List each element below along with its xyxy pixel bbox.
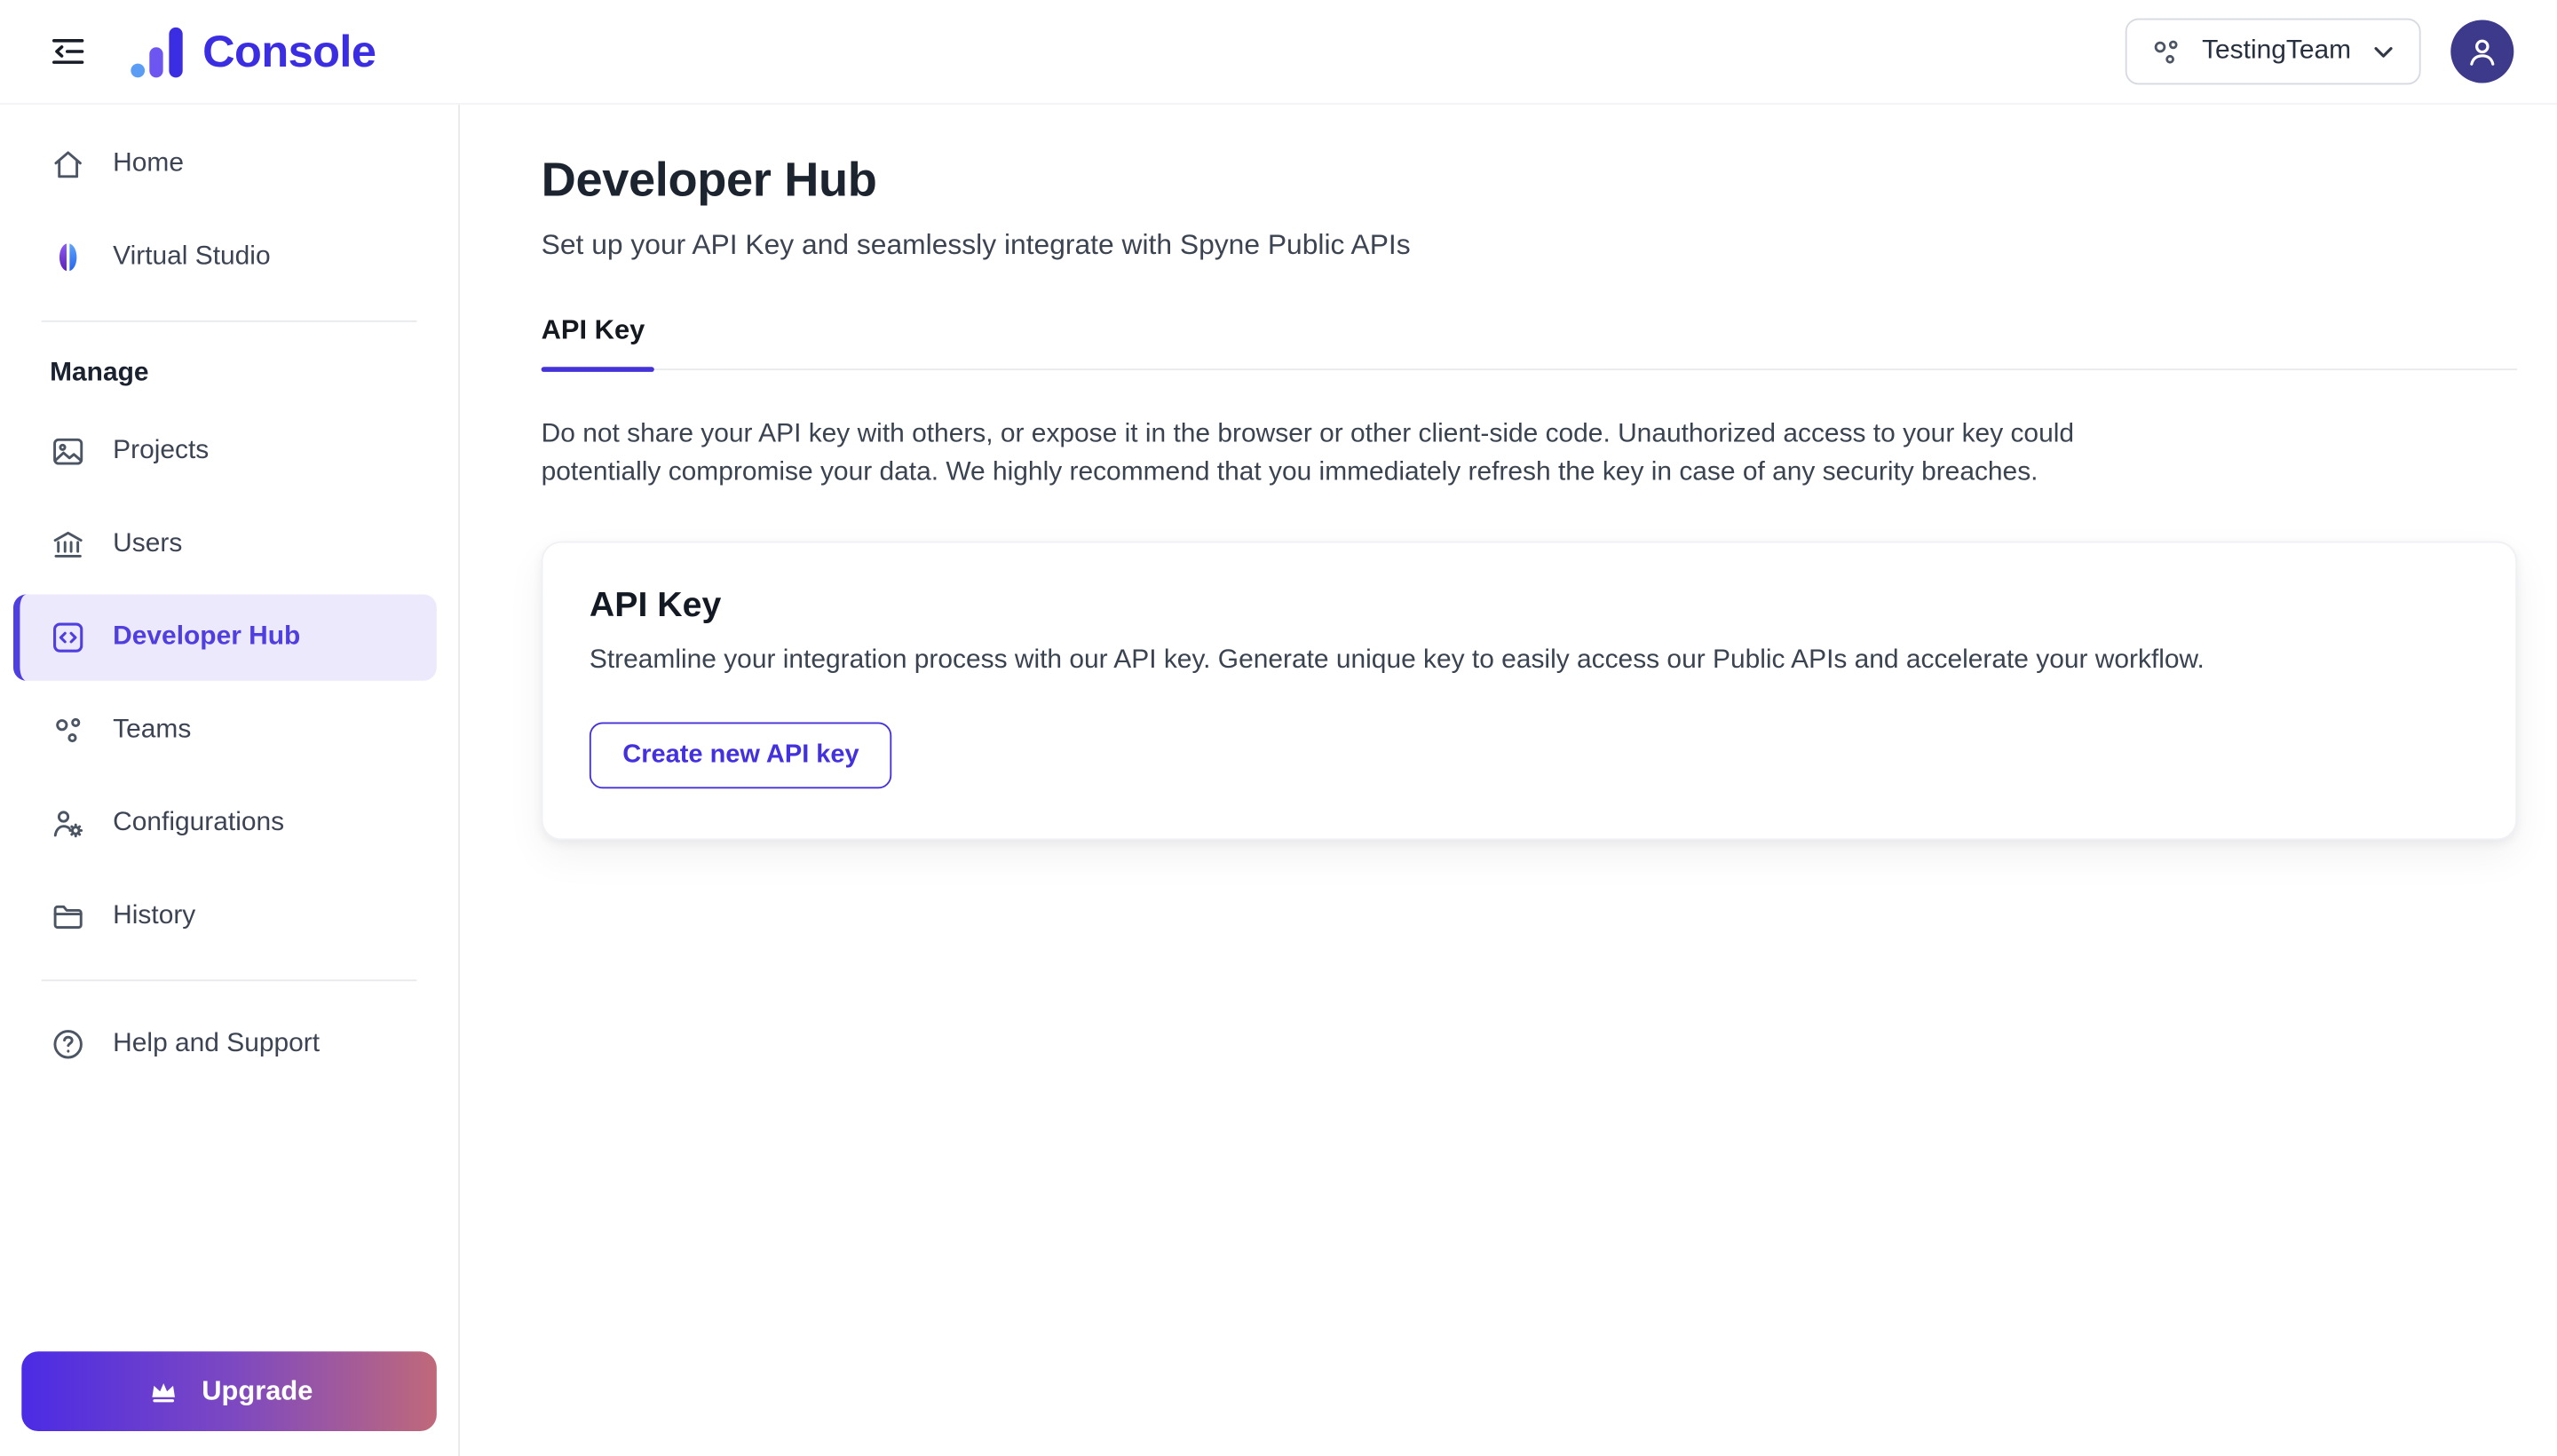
app-logo[interactable]: Console — [130, 24, 376, 79]
sidebar-item-label: History — [113, 901, 196, 930]
bar-chart-logo-icon — [130, 24, 185, 79]
sidebar-item-label: Help and Support — [113, 1029, 321, 1058]
page-subtitle: Set up your API Key and seamlessly integ… — [541, 229, 1411, 261]
sidebar-item-history[interactable]: History — [13, 874, 437, 960]
person-icon — [2464, 33, 2500, 69]
team-name: TestingTeam — [2202, 36, 2352, 65]
sidebar-collapse-button[interactable] — [36, 20, 99, 83]
sidebar-item-home[interactable]: Home — [13, 122, 437, 208]
header-right: TestingTeam — [2126, 18, 2514, 85]
tab-bar: API Key — [541, 315, 2518, 372]
menu-fold-icon — [48, 32, 88, 72]
card-description: Streamline your integration process with… — [589, 645, 2205, 675]
page-body: Home Virtual Studio Manage Projects User… — [0, 104, 2557, 1456]
app-name: Console — [202, 25, 376, 76]
page-title: Developer Hub — [541, 154, 877, 208]
upgrade-button[interactable]: Upgrade — [21, 1351, 437, 1432]
sidebar: Home Virtual Studio Manage Projects User… — [0, 104, 461, 1456]
user-avatar[interactable] — [2450, 20, 2514, 83]
sidebar-item-label: Teams — [113, 716, 192, 744]
top-bar: Console TestingTeam — [0, 0, 2557, 105]
home-icon — [54, 151, 82, 178]
sidebar-item-label: Users — [113, 529, 183, 558]
api-key-card: API Key Streamline your integration proc… — [541, 541, 2518, 841]
teams-icon — [56, 717, 81, 743]
users-icon — [53, 531, 83, 558]
sidebar-item-configurations[interactable]: Configurations — [13, 780, 437, 866]
sidebar-divider — [41, 979, 417, 982]
card-title: API Key — [589, 586, 722, 625]
sidebar-section-manage: Manage — [50, 358, 149, 387]
developer-hub-icon — [53, 622, 83, 653]
help-icon — [53, 1030, 83, 1059]
api-key-warning-text: Do not share your API key with others, o… — [541, 420, 2075, 487]
projects-icon — [53, 438, 83, 465]
sidebar-item-label: Projects — [113, 436, 210, 465]
main-content: Developer Hub Set up your API Key and se… — [460, 104, 2557, 1456]
virtual-studio-icon — [59, 243, 77, 272]
crown-icon — [146, 1374, 180, 1409]
sidebar-item-help-and-support[interactable]: Help and Support — [13, 1001, 437, 1088]
configurations-icon — [53, 811, 83, 838]
sidebar-divider — [41, 320, 417, 322]
sidebar-item-projects[interactable]: Projects — [13, 408, 437, 495]
team-selector-dropdown[interactable]: TestingTeam — [2126, 18, 2421, 85]
sidebar-item-label: Configurations — [113, 808, 285, 837]
app-root: Console TestingTeam Home Virtual Studio … — [0, 0, 2557, 1456]
sidebar-item-developer-hub[interactable]: Developer Hub — [12, 594, 437, 681]
sidebar-item-label: Home — [113, 149, 184, 178]
create-api-key-button[interactable]: Create new API key — [589, 722, 893, 789]
sidebar-item-label: Virtual Studio — [113, 242, 271, 271]
team-icon — [2149, 34, 2183, 68]
upgrade-label: Upgrade — [202, 1375, 313, 1406]
chevron-down-icon — [2370, 37, 2398, 66]
sidebar-item-teams[interactable]: Teams — [13, 687, 437, 773]
sidebar-item-label: Developer Hub — [113, 622, 301, 652]
history-icon — [53, 905, 83, 930]
sidebar-item-virtual-studio[interactable]: Virtual Studio — [13, 214, 437, 300]
tab-api-key[interactable]: API Key — [541, 315, 656, 372]
sidebar-item-users[interactable]: Users — [13, 502, 437, 588]
